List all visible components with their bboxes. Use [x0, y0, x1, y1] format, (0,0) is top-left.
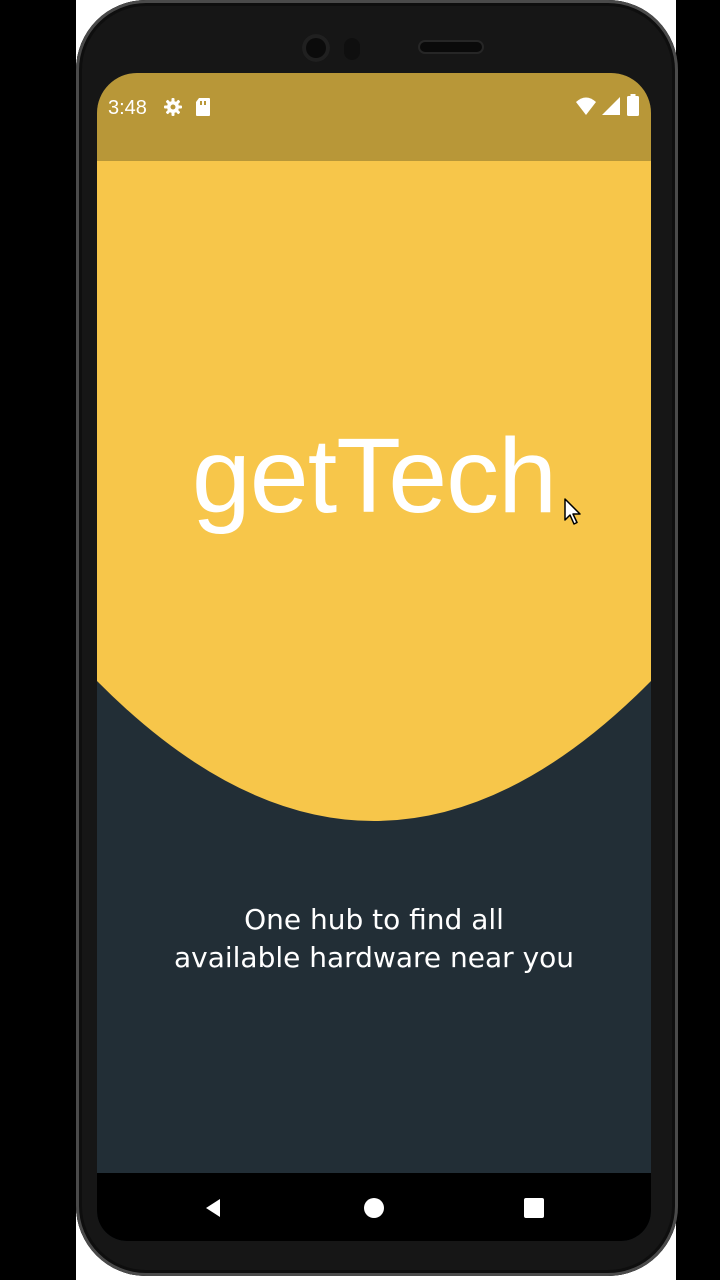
status-time: 3:48: [108, 97, 147, 119]
tagline: One hub to find all available hardware n…: [97, 901, 651, 977]
recents-icon[interactable]: [521, 1195, 547, 1221]
earpiece-speaker: [420, 42, 482, 52]
front-camera-icon: [302, 34, 330, 62]
sim-card-icon: [196, 98, 210, 116]
signal-icon: [602, 97, 620, 115]
tagline-line-2: available hardware near you: [173, 941, 575, 974]
backdrop-left: [0, 0, 76, 1280]
device-screenshot: 3:48 getTech One hub to find all availab…: [0, 0, 720, 1280]
backdrop-right: [676, 0, 720, 1280]
wifi-icon: [576, 97, 596, 115]
app-screen: 3:48 getTech One hub to find all availab…: [97, 73, 651, 1241]
mouse-cursor-icon: [564, 498, 581, 525]
tagline-line-1: One hub to find all: [244, 903, 504, 936]
navigation-bar: [97, 1173, 651, 1241]
back-icon[interactable]: [200, 1195, 226, 1221]
battery-icon: [627, 94, 639, 116]
settings-icon: [164, 98, 182, 116]
home-icon[interactable]: [361, 1195, 387, 1221]
sensor-icon: [344, 38, 360, 60]
status-bar: 3:48: [97, 73, 651, 161]
